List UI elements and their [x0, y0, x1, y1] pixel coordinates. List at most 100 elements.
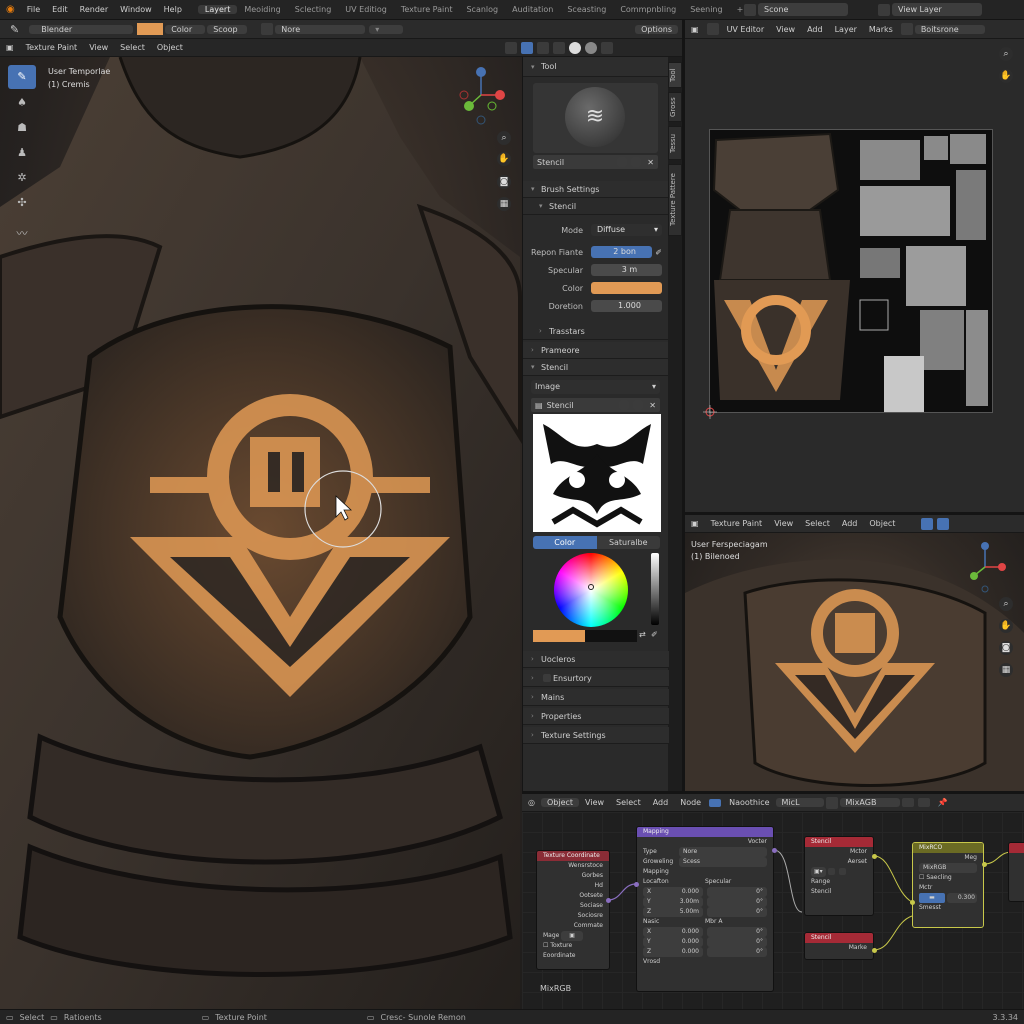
uv-editor-canvas[interactable]: ⌕ ✋	[685, 39, 1024, 512]
uv-zoom-icon[interactable]: ⌕	[999, 47, 1013, 61]
image-browse-icon[interactable]	[900, 23, 913, 35]
editor-type-icon[interactable]: ▣	[685, 519, 705, 528]
node-field[interactable]: Z 5.00m	[643, 907, 703, 917]
node-socket[interactable]	[872, 854, 877, 859]
node-material-selector[interactable]: MicL	[775, 798, 824, 807]
viewport2-canvas[interactable]: User Ferspeciagam (1) Bilenoed ⌕ ✋ ◙ ▦	[685, 533, 1024, 791]
camera-icon[interactable]: ◙	[497, 175, 511, 189]
swap-colors-icon[interactable]: ⇄	[639, 630, 651, 642]
node-object-selector[interactable]: Object	[540, 798, 580, 807]
node-blend-dropdown[interactable]: MixRGB	[919, 863, 977, 873]
frame-section[interactable]: › Prameore	[523, 342, 668, 359]
node-field[interactable]: X 0.000	[643, 927, 703, 937]
brush-icon[interactable]: ✎	[0, 23, 29, 36]
menu-help[interactable]: Help	[158, 5, 188, 14]
node-fac-field[interactable]: 0.300	[947, 893, 977, 903]
node-field[interactable]: 0°	[707, 897, 767, 907]
select-menu[interactable]: Select	[114, 43, 151, 52]
viewport2-object-menu[interactable]: Object	[863, 519, 901, 528]
mode-icon[interactable]	[261, 23, 274, 35]
fake-user-icon[interactable]	[901, 798, 914, 807]
viewport2-grid-icon[interactable]: ▦	[999, 663, 1013, 677]
node-icon[interactable]	[838, 868, 846, 875]
tool-annotate-icon[interactable]: 〰	[13, 225, 31, 243]
blender-logo-icon[interactable]: ◉	[0, 4, 21, 15]
node-view-menu[interactable]: View	[579, 798, 610, 807]
node-add-menu[interactable]: Add	[647, 798, 675, 807]
panel-section[interactable]: › Texture Settings	[523, 727, 669, 744]
node-slot-label[interactable]: Naoothice	[723, 798, 775, 807]
scene-icon[interactable]	[744, 3, 756, 16]
node-checkbox[interactable]: ☐	[543, 942, 548, 949]
node-type-dropdown[interactable]: Nore	[679, 847, 767, 857]
workspace-tab[interactable]: Scanlog	[459, 5, 505, 14]
brush-preview[interactable]: ≋	[533, 83, 658, 153]
node-color-input[interactable]: ▬	[919, 893, 945, 903]
node-field[interactable]: 0°	[707, 947, 767, 957]
uv-add-menu[interactable]: Add	[801, 25, 829, 34]
node-editor-canvas[interactable]: Texture Coordinate Wensrstoce Gorbes Hd …	[522, 812, 1024, 1009]
uv-layer-menu[interactable]: Layer	[829, 25, 863, 34]
node-checkbox[interactable]: ☐	[919, 874, 924, 881]
viewport2-gizmo-icon[interactable]	[921, 517, 934, 530]
tool-soften-icon[interactable]: ♠	[13, 94, 31, 112]
uv-editor-title[interactable]: UV Editor	[721, 25, 771, 34]
workspace-tab[interactable]: UV Editiog	[338, 5, 394, 14]
fake-user-icon[interactable]	[617, 157, 628, 167]
workspace-tab[interactable]: Meoiding	[237, 5, 287, 14]
checkbox[interactable]	[543, 674, 551, 682]
sidebar-tab[interactable]: Texture Pattere	[668, 164, 682, 236]
node-field[interactable]: 0°	[707, 887, 767, 897]
none-dropdown[interactable]: Nore	[275, 24, 366, 34]
sidebar-tab[interactable]: Gross	[668, 92, 682, 122]
shading-wire-icon[interactable]	[553, 41, 565, 54]
image-browse-icon[interactable]: ▤	[531, 401, 547, 410]
panel-section[interactable]: › Ensurtory	[523, 670, 669, 687]
uv-image-selector[interactable]: Boitsrone	[914, 24, 985, 34]
node-node-menu[interactable]: Node	[674, 798, 707, 807]
image-unlink-icon[interactable]: ✕	[645, 401, 660, 410]
navigation-gizmo[interactable]	[456, 65, 506, 125]
pan-hand-icon[interactable]: ✋	[497, 152, 511, 166]
uv-pan-icon[interactable]: ✋	[999, 69, 1013, 83]
node-image-picker[interactable]: ▣	[561, 931, 583, 941]
grid-icon[interactable]: ▦	[497, 197, 511, 211]
sidebar-tab[interactable]: Tessu	[668, 126, 682, 160]
brush-selector[interactable]: Blender	[29, 24, 134, 34]
output-node[interactable]	[1008, 842, 1024, 902]
node-image-browse-icon[interactable]: ▣▾	[811, 867, 826, 877]
scope-button[interactable]: Scoop	[207, 24, 248, 34]
transfers-section[interactable]: › Trasstars	[523, 323, 668, 340]
node-socket[interactable]	[634, 882, 639, 887]
duplicate-icon[interactable]	[631, 157, 642, 167]
tool-smear-icon[interactable]: ☗	[13, 119, 31, 137]
node-field[interactable]: X 0.000	[643, 887, 703, 897]
material-sphere-icon[interactable]	[825, 796, 838, 809]
copy-icon[interactable]	[917, 798, 930, 807]
viewport2-navigation-gizmo[interactable]	[963, 539, 1007, 595]
sidebar-tab-tool[interactable]: Tool	[668, 62, 682, 88]
viewport2-zoom-icon[interactable]: ⌕	[999, 597, 1013, 611]
uv-mode-icon[interactable]	[706, 23, 719, 35]
node-field[interactable]: 0°	[707, 907, 767, 917]
brush-name-field[interactable]: Stencil	[533, 158, 615, 167]
shading-solid-icon[interactable]	[569, 41, 581, 54]
mode-dropdown[interactable]: Diffuse ▾	[591, 224, 662, 236]
viewport2-add-menu[interactable]: Add	[836, 519, 864, 528]
node-socket[interactable]	[872, 948, 877, 953]
node-field[interactable]: 0°	[707, 927, 767, 937]
node-field[interactable]: 0°	[707, 937, 767, 947]
viewport2-camera-icon[interactable]: ◙	[999, 641, 1013, 655]
viewport2-mode-selector[interactable]: Texture Paint	[705, 519, 769, 528]
editor-type-icon[interactable]: ▣	[0, 43, 20, 52]
viewport2-pan-icon[interactable]: ✋	[999, 619, 1013, 633]
pin-icon[interactable]: 📌	[932, 798, 954, 807]
brush-settings-section[interactable]: ▾ Brush Settings	[523, 181, 668, 198]
tool-brush-draw-icon[interactable]: ✎	[8, 65, 36, 89]
image-fake-user-icon[interactable]	[619, 400, 630, 410]
viewport2-snap-icon[interactable]	[937, 517, 950, 530]
node-field[interactable]: Y 3.00m	[643, 897, 703, 907]
scene-selector[interactable]: Scone	[758, 3, 848, 16]
color-wheel[interactable]	[554, 553, 628, 627]
tool-fill-icon[interactable]: ✲	[13, 169, 31, 187]
